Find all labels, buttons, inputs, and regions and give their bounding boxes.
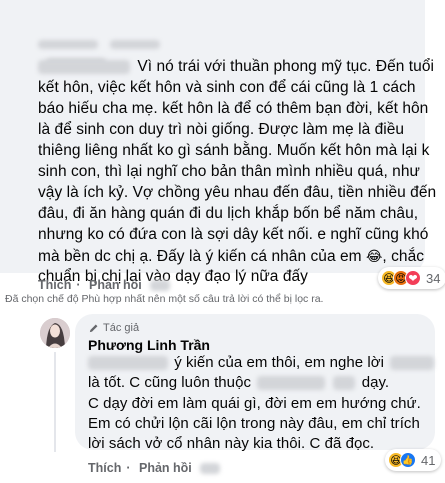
thread-line	[54, 352, 56, 452]
comment-actions: Thích · Phản hồi	[38, 278, 175, 292]
reply-text-line: Em có chửi lộn cãi lộn trong này đâu, em…	[88, 415, 420, 432]
reaction-summary[interactable]: 😆 😡 ❤ 34	[378, 267, 445, 289]
like-reaction-icon: 👍	[400, 452, 416, 468]
reply-button[interactable]: Phản hồi	[89, 278, 142, 292]
comment-text-line: thiêng liêng nhất ko gì sánh bằng. Muốn …	[38, 142, 430, 159]
comment-text-line: sinh con, thì lại nghĩ cho bản thân mình…	[38, 163, 420, 180]
author-name[interactable]: Phương Linh Trần	[88, 337, 210, 353]
comment-text-line: Vì nó trái với thuần phong mỹ tục. Đến t…	[38, 57, 434, 77]
comment-text-line: vậy là ích kỷ. Vợ chồng yêu nhau đến đâu…	[38, 184, 437, 201]
laughing-emoji-icon: 😂	[365, 248, 383, 264]
comment-text-line: báo hiếu cha mẹ. kết hôn là để có thêm b…	[38, 100, 429, 117]
redacted-timestamp	[200, 463, 221, 475]
redacted-text	[38, 59, 130, 74]
redacted-text	[390, 356, 435, 371]
redacted-text	[333, 376, 356, 391]
reaction-count: 34	[426, 270, 441, 286]
cropped-text-top	[38, 36, 218, 68]
redacted-timestamp	[150, 280, 171, 292]
reply-text-line: lời sách vở cổ nhân này kia thôi. C đã đ…	[88, 435, 375, 452]
reply-text-line: C dạy đời em làm quái gì, đời em em hướn…	[88, 395, 421, 412]
like-button[interactable]: Thích	[88, 461, 121, 475]
author-badge: Tác giả	[88, 322, 139, 334]
reaction-summary[interactable]: 😆 👍 41	[385, 449, 442, 471]
reaction-count: 41	[421, 452, 436, 468]
reply-text-line: ý kiến của em thôi, em nghe lời	[88, 353, 435, 373]
comment-text-line: là để sinh con duy trì nòi giống. Được l…	[38, 121, 405, 138]
reply-button[interactable]: Phản hồi	[139, 461, 192, 475]
redacted-text	[88, 356, 168, 371]
avatar[interactable]	[40, 318, 70, 348]
pen-icon	[89, 324, 98, 332]
comment-text-line: mà bền dc chị ạ. Đấy là ý kiến cá nhân c…	[38, 248, 425, 265]
love-reaction-icon: ❤	[405, 270, 421, 286]
redacted-text	[257, 376, 326, 391]
reply-actions: Thích · Phản hồi	[88, 461, 225, 475]
comment-text-line: kết hôn, việc kết hôn và sinh con để cái…	[38, 79, 416, 96]
like-button[interactable]: Thích	[38, 278, 71, 292]
comment-text-line: nhưng ko có đứa con là sợi dây kết nối. …	[38, 226, 429, 243]
comment-text-line: đâu, đi ăn hàng quán đi du lịch khắp bốn…	[38, 205, 419, 222]
reply-text-line: là tốt. C cũng luôn thuộc dạy.	[88, 374, 390, 391]
filter-notice: Đã chọn chế độ Phù hợp nhất nên một số c…	[5, 293, 324, 305]
